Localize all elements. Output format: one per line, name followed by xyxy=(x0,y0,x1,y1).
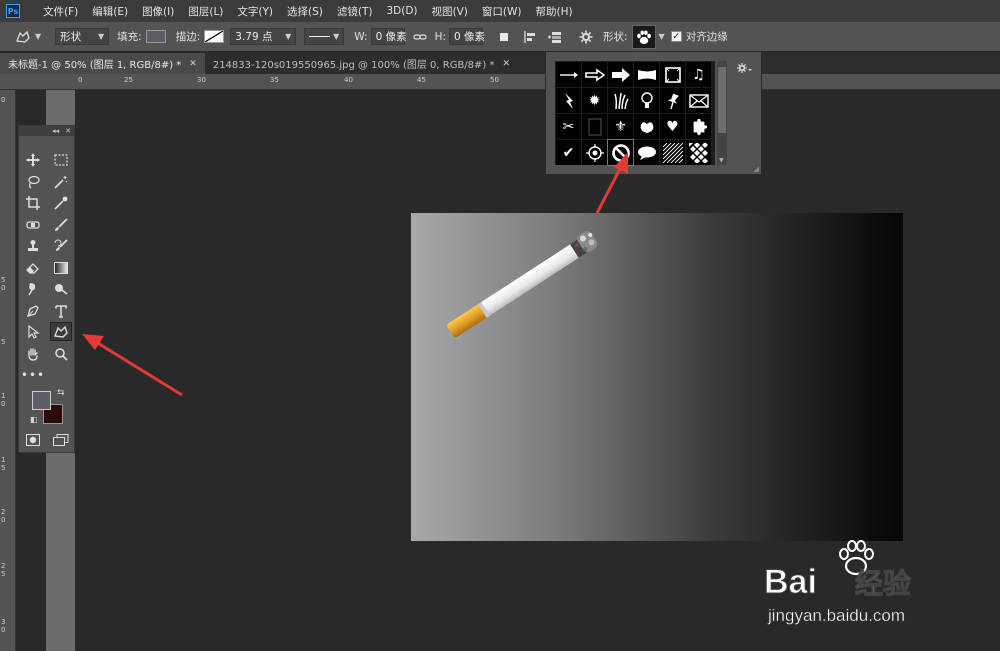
red-arrow-to-prohibition-shape xyxy=(595,152,628,214)
baidu-url-text: jingyan.baidu.com xyxy=(768,606,906,625)
baidu-jingyan-text: 经验 xyxy=(854,567,911,601)
red-arrow-to-shape-tool xyxy=(82,334,183,397)
baidu-brand-text: Bai xyxy=(764,563,818,602)
baidu-watermark: Bai 经验 jingyan.baidu.com xyxy=(758,540,958,640)
